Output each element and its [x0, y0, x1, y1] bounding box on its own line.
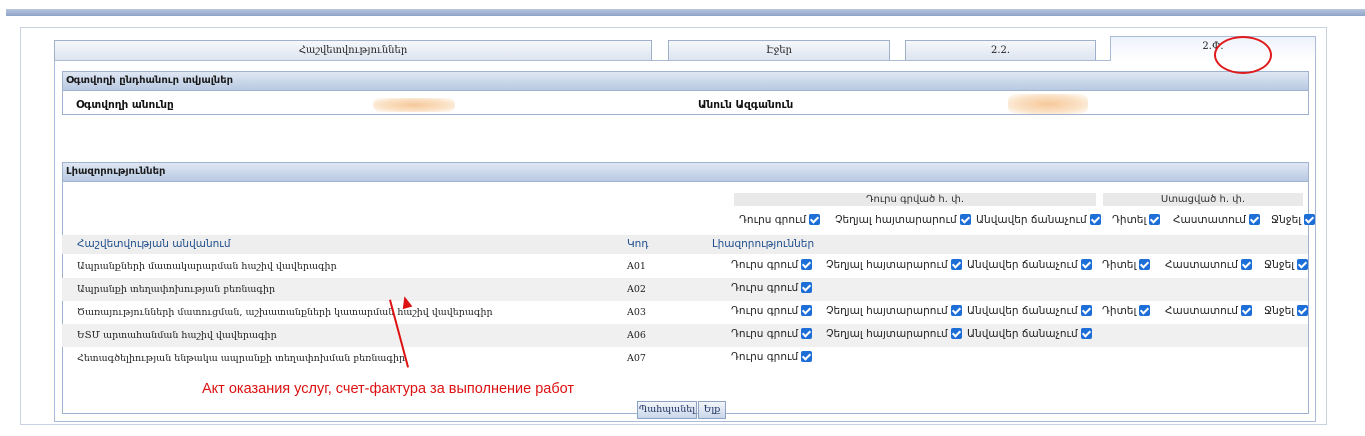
checkbox[interactable]: [1139, 305, 1151, 316]
row-perm: Չեղյալ հայտարարում: [826, 305, 962, 317]
row-perm: Ջնջել: [1264, 259, 1309, 271]
banner-stripe: [6, 9, 1365, 16]
checkbox[interactable]: [950, 259, 962, 270]
checkbox[interactable]: [801, 282, 813, 293]
tab-reports[interactable]: Հաշվետվություններ: [54, 40, 652, 60]
row-perm: Դուրս գրում: [731, 351, 813, 363]
tab-content-panel: Օգտվողի ընդհանուր տվյալներ Օգտվողի անուն…: [54, 60, 1316, 422]
top-banner: [0, 0, 1365, 17]
report-code: A03: [627, 307, 646, 318]
table-row: Ապրանքների մատակարարման հաշիվ վավերագիր …: [62, 255, 1309, 278]
checkbox[interactable]: [1080, 328, 1092, 339]
exit-button[interactable]: Ելք: [698, 401, 726, 419]
report-code: A06: [627, 330, 646, 341]
fullname-label: Անուն Ազգանուն: [698, 99, 794, 111]
checkbox[interactable]: [1297, 305, 1309, 316]
report-name: Ծառայությունների մատուցման, աշխատանքների…: [77, 307, 493, 318]
table-row: Հետագծելիության ենթակա ապրանքի տեղափոխմա…: [62, 347, 1308, 370]
user-info-title: Օգտվողի ընդհանուր տվյալներ: [63, 72, 1308, 91]
checkbox[interactable]: [801, 259, 813, 270]
annotation-text: Акт оказания услуг, счет-фактура за выпо…: [202, 381, 575, 397]
row-perm: Դուրս գրում: [731, 305, 813, 317]
checkbox[interactable]: [801, 328, 813, 339]
tab-2-f[interactable]: 2.Փ.: [1110, 36, 1316, 61]
permissions-title: Լիազորություններ: [63, 163, 1308, 182]
tab-bar: Հաշվետվություններ Էջեր 2.2. 2.Փ.: [54, 36, 1316, 74]
checkbox[interactable]: [959, 214, 971, 225]
checkbox[interactable]: [1080, 305, 1092, 316]
header-perm: Հաստատում: [1173, 214, 1260, 226]
row-perm: Դիտել: [1102, 259, 1151, 271]
header-perm: Դիտել: [1112, 214, 1161, 226]
checkbox[interactable]: [1089, 214, 1101, 225]
column-code: Կոդ: [627, 238, 649, 250]
highlight-circle: [1214, 36, 1272, 74]
row-perm: Չեղյալ հայտարարում: [826, 328, 962, 340]
row-perm: Անվավեր ճանաչում: [967, 305, 1092, 317]
tab-2-2[interactable]: 2.2.: [905, 40, 1096, 60]
report-code: A07: [627, 353, 646, 364]
tab-pages[interactable]: Էջեր: [668, 40, 890, 60]
checkbox[interactable]: [1297, 259, 1309, 270]
table-row: Ապրանքի տեղափոխության բեռնագիր A02 Դուրս…: [62, 278, 1308, 301]
report-name: ԵՏՄ արտահանման հաշիվ վավերագիր: [77, 330, 277, 341]
header-perm: Ջնջել: [1271, 214, 1316, 226]
header-perm: Անվավեր ճանաչում: [976, 214, 1101, 226]
row-perm: Դուրս գրում: [731, 282, 813, 294]
report-name: Ապրանքների մատակարարման հաշիվ վավերագիր: [77, 261, 337, 272]
report-name: Ապրանքի տեղափոխության բեռնագիր: [77, 284, 276, 295]
row-perm: Ջնջել: [1264, 305, 1309, 317]
checkbox[interactable]: [809, 214, 821, 225]
row-perm: Դուրս գրում: [731, 259, 813, 271]
column-name: Հաշվետվության անվանում: [77, 238, 231, 250]
checkbox[interactable]: [1139, 259, 1151, 270]
checkbox[interactable]: [1080, 259, 1092, 270]
checkbox[interactable]: [1149, 214, 1161, 225]
row-perm: Չեղյալ հայտարարում: [826, 259, 962, 271]
checkbox[interactable]: [1248, 214, 1260, 225]
row-perm: Հաստատում: [1165, 305, 1252, 317]
row-perm: Անվավեր ճանաչում: [967, 328, 1092, 340]
report-name: Հետագծելիության ենթակա ապրանքի տեղափոխմա…: [77, 353, 406, 364]
table-row: ԵՏՄ արտահանման հաշիվ վավերագիր A06 Դուրս…: [62, 324, 1308, 347]
group-received-header: Ստացված հ. փ.: [1103, 193, 1303, 206]
row-perm: Հաստատում: [1165, 259, 1252, 271]
checkbox[interactable]: [950, 305, 962, 316]
row-perm: Դիտել: [1102, 305, 1151, 317]
column-permissions: Լիազորություններ: [712, 238, 815, 250]
user-info-section: Օգտվողի ընդհանուր տվյալներ Օգտվողի անուն…: [62, 71, 1309, 115]
checkbox[interactable]: [801, 351, 813, 362]
checkbox[interactable]: [950, 328, 962, 339]
row-perm: Դուրս գրում: [731, 328, 813, 340]
report-table-header: Հաշվետվության անվանում Կոդ Լիազորություն…: [62, 235, 1308, 254]
header-perm: Դուրս գրում: [739, 214, 821, 226]
checkbox[interactable]: [1240, 259, 1252, 270]
checkbox[interactable]: [1240, 305, 1252, 316]
group-outgoing-header: Դուրս գրված հ. փ.: [734, 193, 1096, 206]
main-container: Հաշվետվություններ Էջեր 2.2. 2.Փ. Օգտվողի…: [20, 27, 1327, 425]
report-code: A02: [627, 284, 646, 295]
checkbox[interactable]: [1304, 214, 1316, 225]
checkbox[interactable]: [801, 305, 813, 316]
fullname-value-redacted: [1008, 94, 1088, 114]
username-value-redacted: [373, 98, 455, 112]
report-code: A01: [627, 261, 646, 272]
table-row: Ծառայությունների մատուցման, աշխատանքների…: [62, 301, 1309, 324]
username-label: Օգտվողի անունը: [76, 99, 174, 111]
save-button[interactable]: Պահպանել: [637, 401, 697, 419]
row-perm: Անվավեր ճանաչում: [967, 259, 1092, 271]
header-perm: Չեղյալ հայտարարում: [835, 214, 971, 226]
